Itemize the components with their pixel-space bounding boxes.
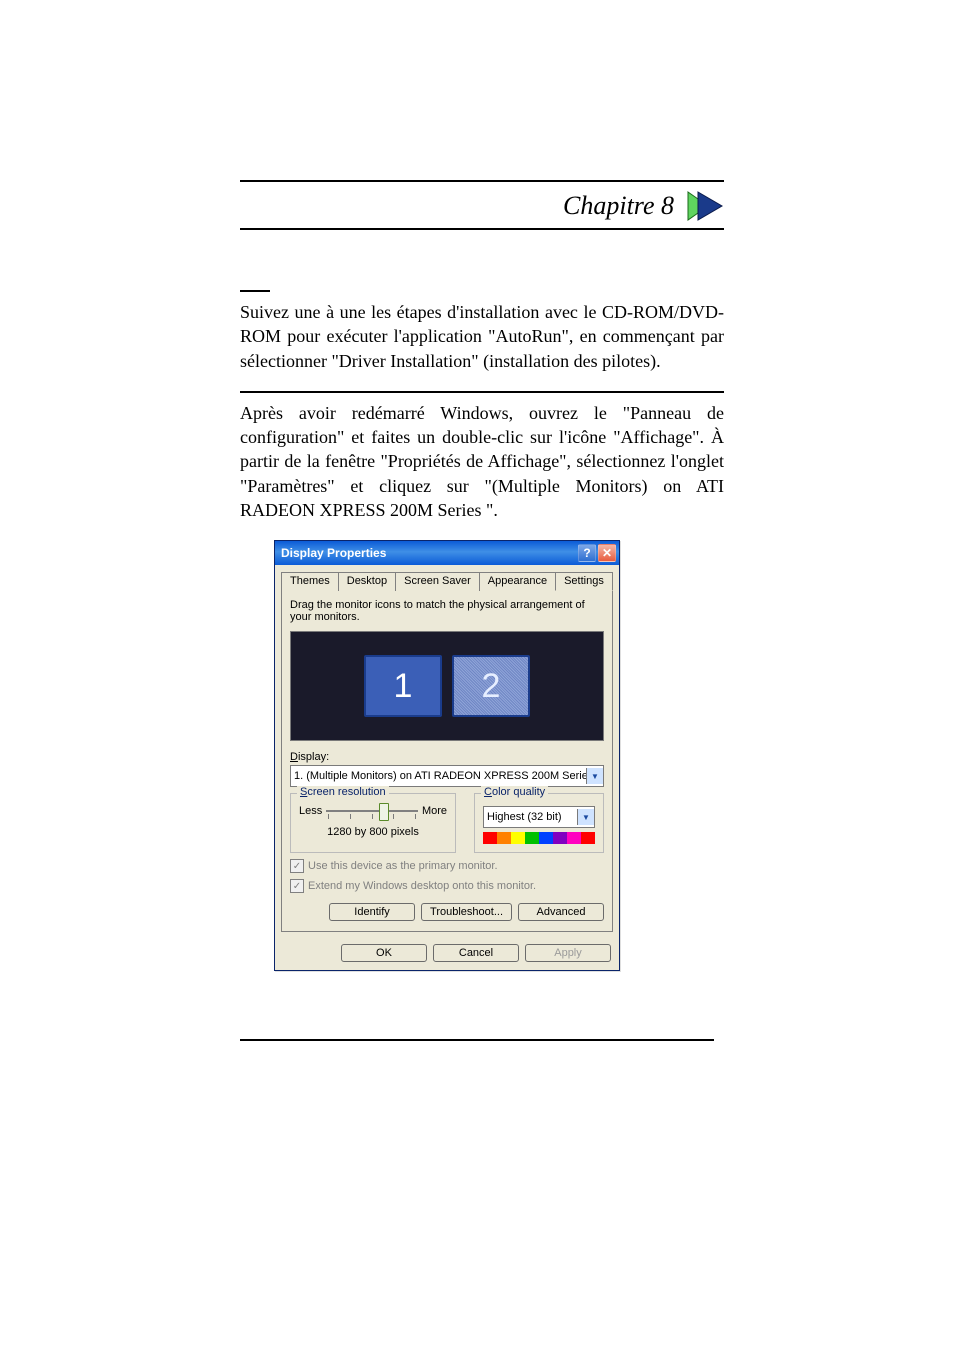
close-icon: ✕ [602, 546, 612, 560]
chevron-down-icon: ▼ [586, 768, 603, 784]
slider-thumb-icon[interactable] [379, 803, 389, 821]
troubleshoot-button[interactable]: Troubleshoot...Troubleshoot... [421, 903, 512, 921]
dialog-titlebar[interactable]: Display Properties ? ✕ [275, 541, 619, 565]
close-button[interactable]: ✕ [598, 544, 616, 562]
titlebar-buttons: ? ✕ [578, 544, 616, 562]
primary-monitor-label: Use this device as the primary monitor. [308, 860, 498, 872]
help-icon: ? [583, 546, 590, 560]
cancel-button[interactable]: Cancel [433, 944, 519, 962]
extend-desktop-checkbox: ✓ [290, 879, 304, 893]
color-spectrum-icon [483, 832, 595, 844]
display-dropdown[interactable]: 1. (Multiple Monitors) on ATI RADEON XPR… [290, 765, 604, 787]
extend-desktop-label: Extend my Windows desktop onto this moni… [308, 880, 536, 892]
display-label: DDisplay:isplay: [290, 751, 604, 763]
color-quality-group: Color quality Color quality Highest (32 … [474, 793, 604, 853]
monitor-2-number: 2 [482, 667, 501, 706]
section-rule-short [240, 290, 270, 292]
tab-screen-saver[interactable]: Screen Saver [395, 572, 480, 591]
display-properties-dialog: Display Properties ? ✕ Themes Desktop Sc… [274, 540, 620, 971]
screen-resolution-label: Screen resolution [297, 786, 389, 798]
top-horizontal-rule [240, 180, 724, 182]
dialog-button-row: OK Cancel Apply [275, 938, 619, 970]
monitor-1-number: 1 [394, 667, 413, 706]
resolution-slider-row: Less More [299, 804, 447, 818]
display-select-row: DDisplay:isplay: 1. (Multiple Monitors) … [290, 751, 604, 787]
dialog-title: Display Properties [281, 546, 578, 560]
resolution-quality-row: Screen resolution Screen resolution Less… [290, 793, 604, 853]
color-quality-dropdown[interactable]: Highest (32 bit) ▼ [483, 806, 595, 828]
paragraph-1: Suivez une à une les étapes d'installati… [240, 300, 724, 373]
resolution-slider[interactable] [326, 804, 418, 818]
slider-ticks [326, 814, 418, 819]
footer-horizontal-rule [240, 1039, 714, 1041]
color-quality-label: Color quality [481, 786, 548, 798]
settings-button-row: IdentifyIdentify Troubleshoot...Troubles… [290, 903, 604, 921]
extend-desktop-checkbox-row: ✓ Extend my Windows desktop onto this mo… [290, 879, 604, 893]
monitor-2-icon[interactable]: 2 [452, 655, 530, 717]
tab-settings[interactable]: Settings [555, 572, 613, 591]
tab-themes[interactable]: Themes [281, 572, 339, 591]
help-button[interactable]: ? [578, 544, 596, 562]
less-label: Less [299, 805, 322, 817]
drag-instruction-text: Drag the monitor icons to match the phys… [290, 599, 604, 623]
paragraph-2: Après avoir redémarré Windows, ouvrez le… [240, 401, 724, 522]
display-dropdown-value: 1. (Multiple Monitors) on ATI RADEON XPR… [294, 770, 586, 782]
identify-button[interactable]: IdentifyIdentify [329, 903, 415, 921]
section-rule-full [240, 391, 724, 393]
chapter-label: Chapitre 8 [563, 191, 674, 221]
more-label: More [422, 805, 447, 817]
advanced-button[interactable]: AdvancedAdvanced [518, 903, 604, 921]
ok-button[interactable]: OK [341, 944, 427, 962]
monitor-arrangement-area[interactable]: 1 2 [290, 631, 604, 741]
triangle-logo-icon [684, 188, 724, 224]
monitor-1-icon[interactable]: 1 [364, 655, 442, 717]
chevron-down-icon: ▼ [577, 809, 594, 825]
screen-resolution-group: Screen resolution Screen resolution Less… [290, 793, 456, 853]
primary-monitor-checkbox: ✓ [290, 859, 304, 873]
tab-appearance[interactable]: Appearance [479, 572, 556, 591]
resolution-readout: 1280 by 800 pixels [299, 826, 447, 838]
tab-strip: Themes Desktop Screen Saver Appearance S… [275, 565, 619, 590]
settings-panel: Drag the monitor icons to match the phys… [281, 590, 613, 932]
document-page: Chapitre 8 Suivez une à une les étapes d… [0, 0, 954, 971]
chapter-header: Chapitre 8 [240, 188, 724, 230]
color-quality-value: Highest (32 bit) [487, 811, 577, 823]
tab-desktop[interactable]: Desktop [338, 572, 396, 591]
apply-button[interactable]: Apply [525, 944, 611, 962]
primary-monitor-checkbox-row: ✓ Use this device as the primary monitor… [290, 859, 604, 873]
